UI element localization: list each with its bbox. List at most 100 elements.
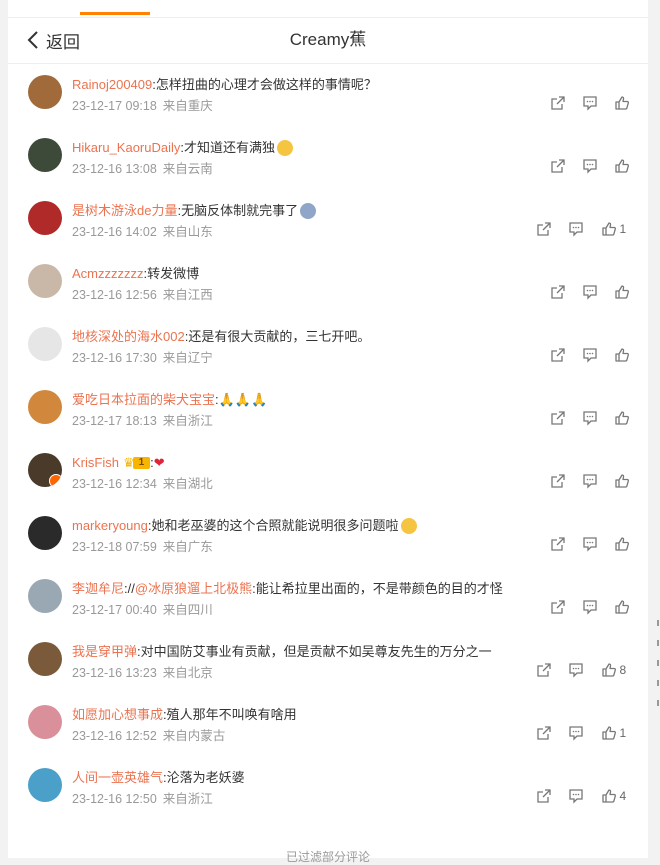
like-icon [601,222,616,236]
reply-button[interactable] [574,597,606,617]
avatar[interactable] [28,705,62,739]
comment-username[interactable]: Hikaru_KaoruDaily [72,138,180,158]
comment-location: 来自内蒙古 [162,729,226,743]
comment-actions [542,345,638,365]
comment-date: 23-12-16 12:34 [72,477,157,491]
comment-username[interactable]: 如愿加心想事成 [72,705,163,725]
comment-username[interactable]: 人间一壶英雄气 [72,768,163,788]
active-tab-indicator [80,12,150,15]
like-button[interactable] [606,156,638,176]
avatar[interactable] [28,453,62,487]
avatar[interactable] [28,327,62,361]
comment-icon [583,600,597,615]
share-button[interactable] [528,219,560,239]
like-icon [615,96,629,110]
comment-date: 23-12-16 12:50 [72,792,157,806]
comment-content: Hikaru_KaoruDaily: 才知道还有满独 [72,138,294,158]
share-button[interactable] [542,471,574,491]
comment-text: ❤ [153,455,165,470]
comment-username[interactable]: Rainoj200409 [72,75,152,95]
reply-button[interactable] [574,282,606,302]
reply-button[interactable] [574,534,606,554]
avatar[interactable] [28,579,62,613]
comment-content: 人间一壶英雄气: 沦落为老妖婆 [72,768,245,788]
like-button[interactable]: 1 [592,723,636,743]
like-button[interactable] [606,471,638,491]
sweat-smile-emoji [277,140,294,156]
like-icon [615,285,629,299]
like-button[interactable] [606,93,638,113]
comment-location: 来自浙江 [162,414,213,428]
share-button[interactable] [542,345,574,365]
comment-icon [569,789,583,804]
comment-date: 23-12-17 00:40 [72,603,157,617]
comment-username[interactable]: markeryoung [72,516,148,536]
comment-username[interactable]: 李迦牟尼 [72,579,124,599]
reply-button[interactable] [560,219,592,239]
mention-link[interactable]: @冰原狼遛上北极熊 [135,579,252,599]
share-icon [537,222,551,236]
like-button[interactable] [606,345,638,365]
page-title: Creamy蕉 [289,30,367,49]
avatar[interactable] [28,138,62,172]
comment-item: Acmzzzzzzz: 转发微博 23-12-16 12:56 来自江西 [8,264,648,327]
comment-username[interactable]: 我是穿甲弹 [72,642,137,662]
comment-username[interactable]: 是树木游泳de力量 [72,201,177,221]
share-button[interactable] [542,93,574,113]
reply-button[interactable] [574,93,606,113]
like-button[interactable] [606,597,638,617]
reply-button[interactable] [574,471,606,491]
reply-button[interactable] [574,408,606,428]
like-button[interactable]: 1 [592,219,636,239]
like-button[interactable] [606,282,638,302]
share-button[interactable] [542,597,574,617]
like-icon [615,411,629,425]
comment-text: 她和老巫婆的这个合照就能说明很多问题啦 [151,518,399,533]
comment-location: 来自湖北 [162,477,213,491]
reply-button[interactable] [574,156,606,176]
share-button[interactable] [528,786,560,806]
avatar[interactable] [28,201,62,235]
avatar[interactable] [28,642,62,676]
comment-meta: 23-12-17 09:18 来自重庆 [72,96,213,116]
comment-item: 地核深处的海水002: 还是有很大贡献的，三七开吧。 23-12-16 17:30 来… [8,327,648,390]
avatar[interactable] [28,516,62,550]
divider [8,63,648,64]
like-button[interactable] [606,534,638,554]
share-button[interactable] [542,156,574,176]
comment-username[interactable]: Acmzzzzzzz [72,264,144,284]
like-button[interactable]: 4 [592,786,636,806]
comment-item: 爱吃日本拉面的柴犬宝宝: 🙏🙏🙏 23-12-17 18:13 来自浙江 [8,390,648,453]
comment-item: KrisFish ♛ 1: ❤ 23-12-16 12:34 来自湖北 [8,453,648,516]
comment-meta: 23-12-18 07:59 来自广东 [72,537,213,557]
reply-button[interactable] [560,660,592,680]
like-count: 4 [619,789,627,803]
comment-meta: 23-12-16 13:23 来自北京 [72,663,213,683]
share-button[interactable] [528,660,560,680]
reply-button[interactable] [560,786,592,806]
comment-date: 23-12-16 12:52 [72,729,157,743]
comment-actions: 1 [528,219,636,239]
share-icon [537,726,551,740]
like-button[interactable] [606,408,638,428]
avatar[interactable] [28,75,62,109]
comment-actions [542,534,638,554]
comment-text: 怎样扭曲的心理才会做这样的事情呢？ [155,77,377,92]
share-button[interactable] [542,534,574,554]
reply-button[interactable] [574,345,606,365]
avatar[interactable] [28,264,62,298]
share-button[interactable] [542,408,574,428]
reply-button[interactable] [560,723,592,743]
comment-username[interactable]: KrisFish [72,453,119,473]
avatar[interactable] [28,768,62,802]
comment-username[interactable]: 地核深处的海水002 [72,327,185,347]
avatar[interactable] [28,390,62,424]
comment-username[interactable]: 爱吃日本拉面的柴犬宝宝 [72,390,215,410]
comment-actions: 8 [528,660,636,680]
comment-location: 来自江西 [162,288,213,302]
more-comments-link[interactable]: 已过滤部分评论 [8,848,648,865]
share-button[interactable] [542,282,574,302]
like-button[interactable]: 8 [592,660,636,680]
comment-text: 才知道还有满独 [184,140,276,155]
share-button[interactable] [528,723,560,743]
